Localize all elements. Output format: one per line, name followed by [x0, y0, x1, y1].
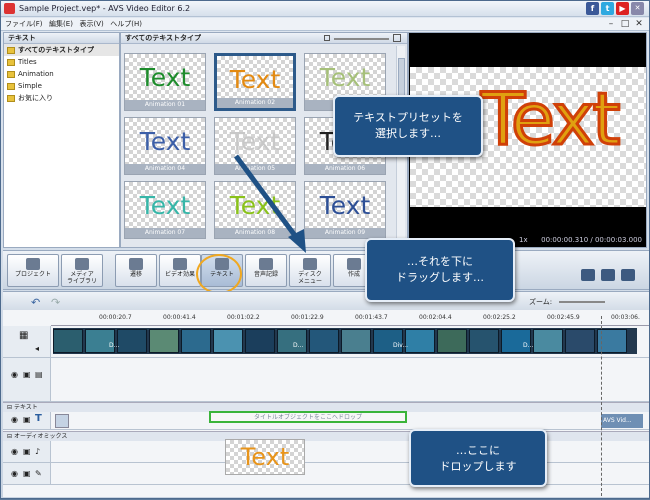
app-window: Sample Project.vep* - AVS Video Editor 6…: [0, 0, 650, 499]
callout-text: テキストプリセットを 選択します…: [353, 111, 463, 140]
callout-drop: …ここに ドロップします: [409, 429, 547, 487]
drag-arrow: [233, 154, 302, 243]
callout-text: …それを下に ドラッグします…: [396, 255, 484, 284]
callout-drag: …それを下に ドラッグします…: [365, 238, 515, 302]
arrow-overlay: [233, 154, 306, 253]
callout-select: テキストプリセットを 選択します…: [333, 95, 483, 157]
callout-text: …ここに ドロップします: [439, 444, 517, 473]
